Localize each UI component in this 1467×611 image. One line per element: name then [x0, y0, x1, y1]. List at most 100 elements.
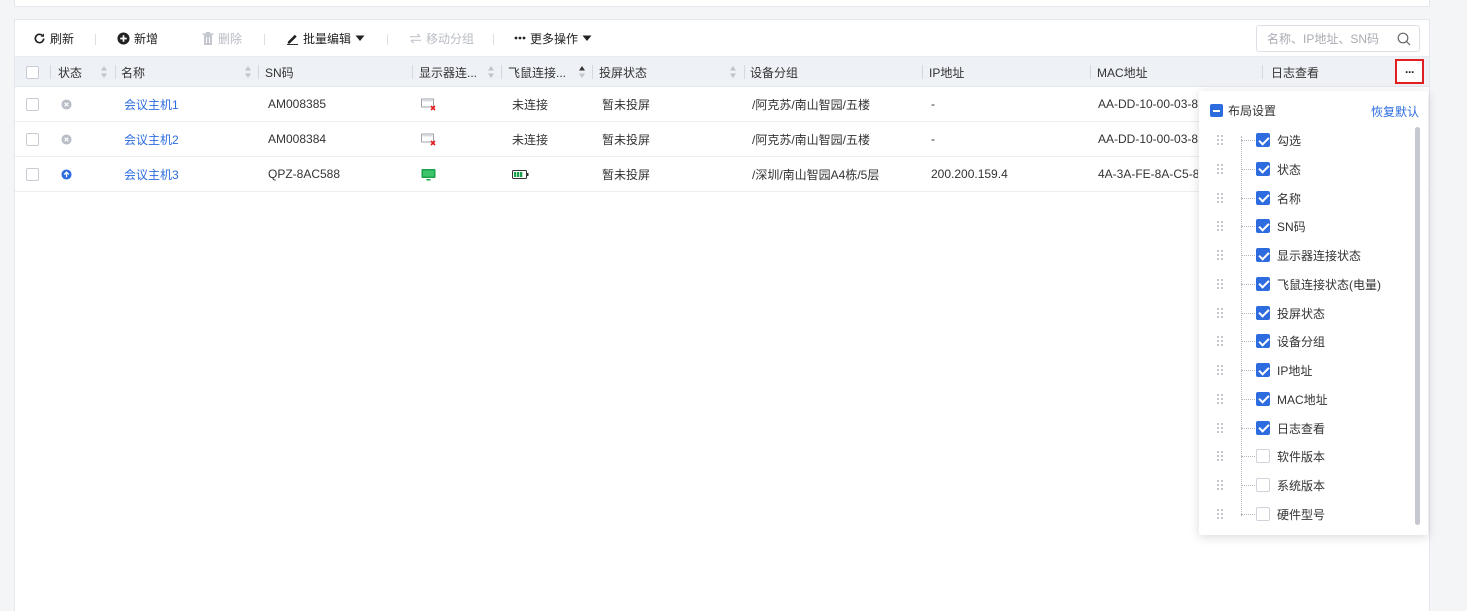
drag-handle-icon[interactable] [1216, 192, 1224, 204]
sort-icon[interactable] [244, 65, 252, 79]
column-option[interactable]: 硬件型号 [1199, 500, 1411, 528]
drag-handle-icon[interactable] [1216, 335, 1224, 347]
column-option[interactable]: 勾选 [1199, 126, 1411, 154]
column-option-checkbox[interactable] [1256, 305, 1270, 320]
refresh-button[interactable]: 刷新 [33, 20, 74, 56]
row-checkbox[interactable] [26, 122, 39, 156]
column-option[interactable]: 日志查看 [1199, 414, 1411, 442]
layout-settings-title: 布局设置 [1228, 104, 1277, 118]
device-name-link[interactable]: 会议主机3 [124, 157, 179, 191]
column-option[interactable]: 显示器连接状态 [1199, 241, 1411, 269]
header-mouse[interactable]: 飞鼠连接... [508, 57, 566, 87]
table-header: 状态 名称 SN码 显示器连... 飞鼠连接... 投屏状态 设备分组 IP地址… [15, 56, 1429, 87]
drag-handle-icon[interactable] [1216, 422, 1224, 434]
group-cell: /深圳/南山智园A4栋/5层 [752, 167, 880, 182]
group-cell: /阿克苏/南山智园/五楼 [752, 97, 871, 112]
tree-branch [1241, 255, 1255, 256]
column-settings-button[interactable]: ··· [1395, 59, 1424, 84]
refresh-icon [33, 32, 46, 45]
move-group-button[interactable]: 移动分组 [409, 20, 474, 56]
header-sn[interactable]: SN码 [265, 57, 294, 87]
monitor-disconnected-icon [421, 87, 437, 121]
dropdown-scrollbar[interactable] [1415, 127, 1420, 525]
column-option[interactable]: IP地址 [1199, 356, 1411, 384]
batch-edit-button[interactable]: 批量编辑 [286, 20, 365, 56]
header-status[interactable]: 状态 [58, 57, 82, 87]
monitor-disconnected-icon [421, 122, 437, 156]
more-actions-button[interactable]: 更多操作 [514, 20, 592, 56]
device-name-link[interactable]: 会议主机1 [124, 87, 179, 121]
drag-handle-icon[interactable] [1216, 163, 1224, 175]
add-button[interactable]: 新增 [117, 20, 158, 56]
drag-handle-icon[interactable] [1216, 479, 1224, 491]
column-option[interactable]: SN码 [1199, 212, 1411, 240]
column-option-checkbox[interactable] [1256, 391, 1270, 406]
column-option-checkbox[interactable] [1256, 449, 1270, 464]
group-cell: /阿克苏/南山智园/五楼 [752, 132, 871, 147]
sort-asc-icon[interactable] [578, 65, 586, 79]
header-log[interactable]: 日志查看 [1271, 57, 1319, 87]
column-option-label: 名称 [1277, 191, 1302, 206]
column-divider [1090, 65, 1091, 79]
drag-handle-icon[interactable] [1216, 134, 1224, 146]
column-option-checkbox[interactable] [1256, 161, 1270, 176]
refresh-label: 刷新 [50, 31, 75, 46]
column-option-checkbox[interactable] [1256, 478, 1270, 492]
column-option-checkbox[interactable] [1256, 248, 1270, 262]
column-option-checkbox[interactable] [1256, 506, 1270, 521]
pen-icon [286, 32, 299, 45]
column-option-label: 勾选 [1277, 134, 1302, 148]
search-box [1256, 25, 1420, 52]
column-option[interactable]: 软件版本 [1199, 442, 1411, 470]
indeterminate-checkbox[interactable] [1210, 104, 1223, 117]
search-input[interactable] [1267, 30, 1387, 48]
mouse-status-cell: 未连接 [512, 132, 549, 147]
sort-icon[interactable] [100, 65, 108, 79]
column-option[interactable]: 飞鼠连接状态(电量) [1199, 270, 1411, 298]
column-option-checkbox[interactable] [1256, 334, 1270, 349]
drag-handle-icon[interactable] [1216, 393, 1224, 405]
column-option[interactable]: 名称 [1199, 184, 1411, 212]
header-cast[interactable]: 投屏状态 [599, 57, 647, 87]
column-option[interactable]: MAC地址 [1199, 385, 1411, 413]
mac-cell: AA-DD-10-00-03-85 [1098, 97, 1198, 111]
sort-icon[interactable] [729, 65, 737, 79]
drag-handle-icon[interactable] [1216, 220, 1224, 232]
select-all-checkbox[interactable] [26, 57, 39, 87]
row-checkbox[interactable] [26, 87, 39, 121]
column-option-checkbox[interactable] [1256, 420, 1270, 435]
drag-handle-icon[interactable] [1216, 450, 1224, 462]
cast-status-cell: 暂未投屏 [602, 167, 651, 182]
drag-handle-icon[interactable] [1216, 249, 1224, 261]
drag-handle-icon[interactable] [1216, 364, 1224, 376]
column-option-checkbox[interactable] [1256, 133, 1270, 147]
drag-handle-icon[interactable] [1216, 508, 1224, 520]
tree-branch [1241, 513, 1255, 515]
header-display[interactable]: 显示器连... [419, 57, 477, 87]
layout-settings-header[interactable]: 布局设置 [1210, 102, 1276, 119]
header-mac[interactable]: MAC地址 [1097, 57, 1148, 87]
device-name-link[interactable]: 会议主机2 [124, 122, 179, 156]
search-icon[interactable] [1397, 32, 1411, 49]
row-checkbox[interactable] [26, 157, 39, 191]
delete-button[interactable]: 删除 [202, 20, 242, 56]
column-option[interactable]: 状态 [1199, 155, 1411, 183]
drag-handle-icon[interactable] [1216, 278, 1224, 290]
page-scrollbar[interactable] [1440, 0, 1467, 611]
column-option-label: 设备分组 [1277, 335, 1326, 350]
header-group[interactable]: 设备分组 [750, 57, 798, 87]
drag-handle-icon[interactable] [1216, 307, 1224, 319]
tree-branch [1241, 398, 1255, 400]
column-option[interactable]: 投屏状态 [1199, 299, 1411, 327]
header-name[interactable]: 名称 [121, 57, 145, 87]
column-option[interactable]: 系统版本 [1199, 471, 1411, 499]
restore-default-link[interactable]: 恢复默认 [1371, 103, 1419, 120]
column-divider [501, 65, 502, 79]
column-option[interactable]: 设备分组 [1199, 327, 1411, 355]
column-option-checkbox[interactable] [1256, 363, 1270, 377]
column-option-checkbox[interactable] [1256, 276, 1270, 291]
column-option-checkbox[interactable] [1256, 190, 1270, 205]
column-option-checkbox[interactable] [1256, 219, 1270, 234]
sort-icon[interactable] [487, 65, 495, 79]
header-ip[interactable]: IP地址 [929, 57, 964, 87]
